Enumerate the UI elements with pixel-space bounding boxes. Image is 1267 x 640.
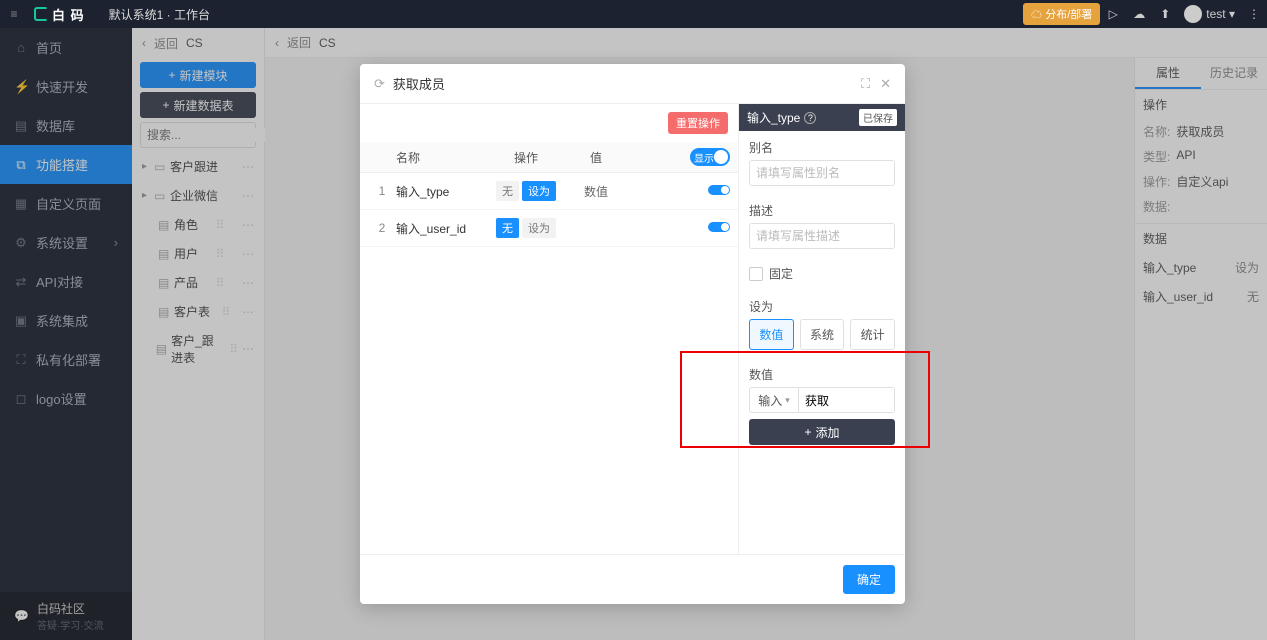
- seg-system[interactable]: 系统: [800, 319, 845, 350]
- top-bar: ≡ 白 码 默认系统1 · 工作台 ☁ 分布/部署 ▷ ☁ ⬆ test ▾ ⋮: [0, 0, 1267, 28]
- modal-right: 输入_type ? 已保存 别名 描述 固定 设为 数值 系统 统计: [739, 104, 905, 554]
- confirm-button[interactable]: 确定: [843, 565, 895, 594]
- logo[interactable]: 白 码: [28, 5, 91, 24]
- row-name: 输入_type: [396, 183, 486, 200]
- alias-input[interactable]: [749, 160, 895, 186]
- col-operation: 操作: [486, 149, 566, 166]
- table-row[interactable]: 2 输入_user_id 无设为: [360, 210, 738, 247]
- seg-none[interactable]: 无: [496, 181, 519, 201]
- play-icon[interactable]: ▷: [1100, 7, 1126, 21]
- reset-button[interactable]: 重置操作: [668, 112, 728, 134]
- upload-icon[interactable]: ⬆: [1152, 7, 1178, 21]
- detail-title: 输入_type: [747, 109, 800, 126]
- toggle-label: 显示: [694, 150, 714, 165]
- table-row[interactable]: 1 输入_type 无设为 数值: [360, 173, 738, 210]
- table-header: 名称 操作 值 显示: [360, 142, 738, 173]
- row-switch[interactable]: [708, 185, 730, 195]
- detail-title-bar: 输入_type ? 已保存: [739, 104, 905, 131]
- user-menu[interactable]: test ▾: [1206, 7, 1235, 21]
- seg-stat[interactable]: 统计: [850, 319, 895, 350]
- modal-left: 重置操作 名称 操作 值 显示 1 输入_type 无设为 数值 2 输入_us…: [360, 104, 739, 554]
- brand-name: 白 码: [52, 5, 85, 24]
- col-name: 名称: [396, 149, 486, 166]
- row-switch[interactable]: [708, 222, 730, 232]
- saved-badge: 已保存: [859, 109, 897, 126]
- seg-number[interactable]: 数值: [749, 319, 794, 350]
- modal-header: ⟳ 获取成员 ⛶ ✕: [360, 64, 905, 104]
- select-label: 输入: [758, 392, 782, 409]
- col-value: 值: [566, 149, 626, 166]
- setas-label: 设为: [749, 298, 895, 315]
- plus-icon: +: [804, 425, 811, 439]
- value-select[interactable]: 输入▾: [749, 387, 799, 413]
- checkbox-icon: [749, 267, 763, 281]
- add-button[interactable]: + 添加: [749, 419, 895, 445]
- row-index: 2: [368, 221, 396, 235]
- menu-icon[interactable]: ≡: [0, 7, 28, 21]
- modal-footer: 确定: [360, 554, 905, 604]
- close-icon[interactable]: ✕: [880, 76, 891, 92]
- cloud-icon[interactable]: ☁: [1126, 7, 1152, 21]
- expand-icon[interactable]: ⛶: [861, 76, 870, 92]
- seg-setas[interactable]: 设为: [522, 218, 556, 238]
- chevron-down-icon: ▾: [785, 395, 790, 406]
- modal-title: 获取成员: [393, 74, 445, 93]
- fixed-checkbox[interactable]: 固定: [749, 265, 895, 282]
- row-index: 1: [368, 184, 396, 198]
- checkbox-label: 固定: [769, 265, 793, 282]
- edit-modal: ⟳ 获取成员 ⛶ ✕ 重置操作 名称 操作 值 显示 1 输入_type 无设为…: [360, 64, 905, 604]
- row-value: 数值: [566, 183, 626, 200]
- desc-input[interactable]: [749, 223, 895, 249]
- value-input[interactable]: [799, 387, 895, 413]
- avatar[interactable]: [1184, 5, 1202, 23]
- value-label: 数值: [749, 366, 895, 383]
- deploy-button[interactable]: ☁ 分布/部署: [1023, 3, 1100, 25]
- alias-label: 别名: [749, 139, 895, 156]
- display-toggle[interactable]: 显示: [690, 148, 730, 166]
- refresh-icon[interactable]: ⟳: [374, 76, 385, 92]
- seg-none[interactable]: 无: [496, 218, 519, 238]
- more-icon[interactable]: ⋮: [1241, 7, 1267, 21]
- desc-label: 描述: [749, 202, 895, 219]
- info-icon[interactable]: ?: [804, 112, 816, 124]
- workspace-breadcrumb[interactable]: 默认系统1 · 工作台: [109, 6, 210, 23]
- logo-mark-icon: [34, 7, 48, 21]
- seg-setas[interactable]: 设为: [522, 181, 556, 201]
- button-label: 添加: [816, 424, 840, 441]
- row-name: 输入_user_id: [396, 220, 486, 237]
